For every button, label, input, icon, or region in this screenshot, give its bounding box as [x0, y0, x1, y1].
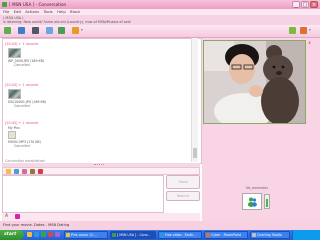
invite-icon[interactable] — [4, 27, 11, 34]
taskbar-item-active[interactable]: [ MSN USA ] - Conv... — [110, 231, 156, 239]
file-transfer-1: [20:43] + 1 records WP_0049.JPG (189 KB)… — [5, 42, 155, 67]
transfer-header: [20:43] + 1 records — [5, 83, 39, 87]
file-transfer-3: [20:43] + 1 records My Pics MUSIC.MP3 (1… — [5, 121, 155, 148]
message-input[interactable] — [2, 175, 164, 213]
webcam-icon[interactable] — [32, 27, 39, 34]
browser-icon — [160, 233, 164, 237]
quicklaunch-ie-icon[interactable] — [34, 232, 39, 237]
format-toolbar — [2, 167, 200, 175]
taskbar-item-label: Cyber - PowerPoint — [211, 233, 242, 237]
file-folder-name: My Pics — [8, 126, 20, 130]
webcam-frame — [204, 41, 305, 123]
background-icon[interactable] — [30, 169, 35, 174]
taskbar-item-label: Pink colour (C:... — [71, 233, 98, 237]
taskbar-item-label: Charting Studio — [257, 233, 282, 237]
taskbar-item[interactable]: Cyber - PowerPoint — [204, 231, 248, 239]
taskbar-item[interactable]: Free video - Earth... — [158, 231, 202, 239]
quicklaunch-folder-icon[interactable] — [27, 232, 32, 237]
activities-icon[interactable] — [58, 27, 65, 34]
file-thumbnail[interactable] — [8, 89, 21, 99]
contact-status-area: ( MSN USA ) is listening: New world/ Sam… — [0, 15, 320, 25]
footer-ad[interactable]: Find your movie. Dates - MSN Dating — [0, 221, 320, 230]
paint-icon[interactable] — [300, 27, 307, 34]
font-icon[interactable]: A — [5, 214, 8, 219]
close-button[interactable]: × — [310, 1, 318, 8]
options-chevron-icon[interactable]: ▾ — [309, 28, 311, 32]
webcam-video — [203, 40, 306, 124]
msn-icon — [112, 233, 116, 237]
transfer-header: [20:43] + 1 records — [5, 42, 39, 46]
window-title: [ MSN USA ] - Conversation — [9, 2, 67, 7]
transfer-status: Cancelled — [14, 144, 30, 148]
send-files-icon[interactable] — [18, 27, 25, 34]
nudge-icon[interactable] — [38, 169, 43, 174]
taskbar-item[interactable]: Pink colour (C:... — [64, 231, 108, 239]
games-icon[interactable] — [72, 27, 79, 34]
emoticon-icon[interactable] — [6, 169, 11, 174]
quicklaunch-media-icon[interactable] — [48, 232, 53, 237]
taskbar-item-label: [ MSN USA ] - Conv... — [117, 233, 151, 237]
transfer-header: [20:43] + 1 records — [5, 121, 39, 125]
voice-clip-icon[interactable] — [14, 169, 19, 174]
minimize-button[interactable]: _ — [292, 1, 300, 8]
footer-ad-text[interactable]: Find your movie. Dates - MSN Dating — [3, 223, 69, 227]
taskbar-item-label: Free video - Earth... — [165, 233, 197, 237]
msn-buddy-icon — [2, 2, 7, 7]
maximize-button[interactable]: □ — [301, 1, 309, 8]
close-webcam-icon[interactable]: x — [307, 40, 312, 45]
msn-buddy-avatar-icon — [248, 197, 257, 207]
start-button[interactable]: start — [0, 230, 24, 240]
my-webcam-toggle[interactable] — [264, 194, 270, 209]
search-button[interactable]: Search — [166, 191, 200, 201]
transfer-status: Cancelled — [14, 104, 30, 108]
block-icon[interactable] — [289, 27, 296, 34]
chevron-down-icon[interactable]: ▾ — [81, 28, 83, 32]
transfer-status: Cancelled — [14, 63, 30, 67]
windows-taskbar: start Pink colour (C:... [ MSN USA ] - C… — [0, 230, 320, 240]
quicklaunch-msn-icon[interactable] — [41, 232, 46, 237]
title-bar: [ MSN USA ] - Conversation _ □ × — [0, 0, 320, 9]
file-transfer-2: [20:43] + 1 records DSC00001.JPG (189 KB… — [5, 83, 155, 108]
call-icon[interactable] — [46, 27, 53, 34]
handwriting-icon[interactable] — [15, 214, 20, 219]
conversation-toolbar: ▾ ▾ — [0, 25, 320, 38]
my-display-name: fat_mermaids — [246, 186, 268, 190]
my-display-picture[interactable] — [242, 193, 262, 210]
quicklaunch-app-icon[interactable] — [55, 232, 60, 237]
powerpoint-icon — [206, 233, 210, 237]
file-icon[interactable] — [8, 131, 16, 139]
chat-scrollbar[interactable] — [191, 38, 198, 162]
app-icon — [252, 233, 256, 237]
wink-icon[interactable] — [22, 169, 27, 174]
system-tray[interactable] — [292, 230, 320, 240]
send-button[interactable]: Send — [166, 175, 200, 189]
scrollbar-thumb[interactable] — [193, 148, 197, 158]
input-format-bar: A — [2, 213, 200, 221]
file-thumbnail[interactable] — [8, 48, 21, 58]
folder-icon — [66, 233, 70, 237]
taskbar-item[interactable]: Charting Studio — [250, 231, 290, 239]
contact-personal-message: is listening: New world/ Same old old (L… — [3, 20, 131, 24]
signal-level-icon — [266, 199, 268, 207]
